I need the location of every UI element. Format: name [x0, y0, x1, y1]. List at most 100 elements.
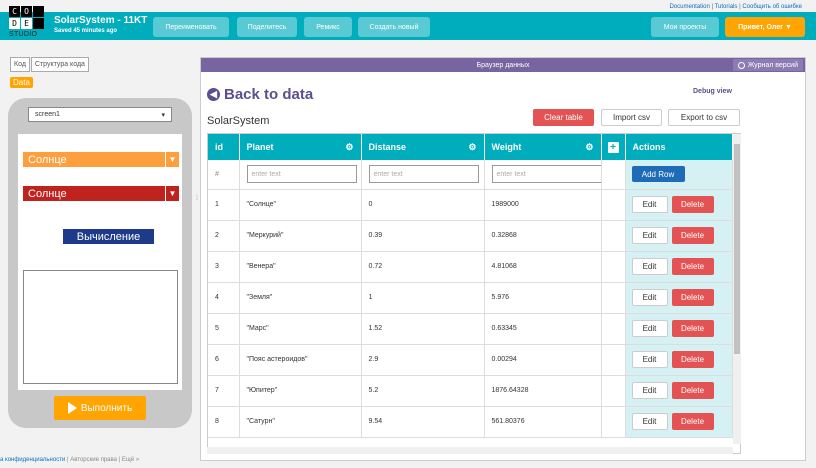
separator: |	[118, 457, 121, 463]
delete-button[interactable]: Delete	[671, 289, 714, 306]
export-csv-button[interactable]: Export to csv	[668, 109, 740, 126]
debug-view-link[interactable]: Debug view	[693, 88, 732, 95]
delete-button[interactable]: Delete	[671, 413, 714, 430]
header-label: Weight	[491, 142, 522, 152]
back-to-data-link[interactable]: ◀ Back to data	[207, 86, 313, 103]
horizontal-scrollbar[interactable]	[207, 447, 733, 454]
planet-dropdown-2[interactable]: Солнце ▼	[23, 186, 179, 201]
delete-button[interactable]: Delete	[671, 196, 714, 213]
version-history-button[interactable]: Журнал версий	[732, 59, 803, 71]
screen-selector-value: screen1	[35, 111, 60, 118]
delete-button[interactable]: Delete	[671, 258, 714, 275]
cell-distanse: 0	[361, 189, 485, 221]
logo-letter: O	[21, 6, 32, 17]
edit-button[interactable]: Edit	[631, 196, 668, 213]
column-header-distanse: Distanse ⚙	[361, 134, 485, 160]
version-history-label: Журнал версий	[747, 61, 798, 69]
table-row: 2 "Меркурий" 0.39 0.32868 Edit Delete	[208, 220, 733, 252]
data-table-container: id Planet ⚙ Distanse ⚙ Weight ⚙ + Actions #…	[207, 133, 741, 454]
tutorials-link[interactable]: Tutorials	[715, 4, 738, 10]
column-header-planet: Planet ⚙	[239, 134, 362, 160]
remix-button[interactable]: Ремикс	[304, 17, 352, 37]
my-projects-button[interactable]: Мои проекты	[651, 17, 719, 37]
calculate-button[interactable]: Вычисление	[63, 229, 154, 244]
import-csv-button[interactable]: Import csv	[601, 109, 662, 126]
clear-table-button[interactable]: Clear table	[533, 109, 594, 126]
row-actions: Edit Delete	[625, 282, 733, 314]
edit-button[interactable]: Edit	[631, 351, 668, 368]
edit-button[interactable]: Edit	[631, 227, 668, 244]
scrollbar-thumb[interactable]	[734, 144, 740, 354]
table-row: 7 "Юпитер" 5.2 1876.64328 Edit Delete	[208, 375, 733, 407]
edit-button[interactable]: Edit	[631, 382, 668, 399]
tab-code[interactable]: Код	[10, 57, 30, 72]
result-text-area[interactable]	[23, 270, 178, 384]
rename-button[interactable]: Переименовать	[153, 17, 229, 37]
empty-cell	[601, 282, 626, 314]
delete-button[interactable]: Delete	[671, 351, 714, 368]
delete-button[interactable]: Delete	[671, 227, 714, 244]
empty-cell	[601, 344, 626, 376]
tab-code-structure[interactable]: Структура кода	[30, 57, 89, 72]
more-link[interactable]: Ещё »	[122, 457, 139, 463]
table-row: 3 "Венера" 0.72 4.81068 Edit Delete	[208, 251, 733, 283]
cell-weight: 0.63345	[484, 313, 602, 345]
edit-button[interactable]: Edit	[631, 320, 668, 337]
cell-distanse: 0.39	[361, 220, 485, 252]
cell-weight: 0.00294	[484, 344, 602, 376]
cell-planet: "Пояс астероидов"	[239, 344, 362, 376]
resize-handle-icon[interactable]: ⁞	[196, 195, 198, 202]
header-label: id	[215, 142, 223, 152]
column-header-id: id	[208, 134, 240, 160]
weight-input[interactable]: enter text	[491, 165, 602, 184]
edit-button[interactable]: Edit	[631, 258, 668, 275]
run-button-label: Выполнить	[80, 402, 133, 414]
edit-button[interactable]: Edit	[631, 413, 668, 430]
cell-distanse: 1.52	[361, 313, 485, 345]
add-column-icon[interactable]: +	[607, 141, 619, 153]
add-row-button[interactable]: Add Row	[631, 166, 685, 183]
copyright-link[interactable]: Авторские права	[70, 457, 117, 463]
project-title: SolarSystem - 11KT	[54, 15, 148, 26]
edit-button[interactable]: Edit	[631, 289, 668, 306]
run-button[interactable]: Выполнить	[54, 396, 146, 420]
cell-id: 2	[208, 220, 240, 252]
cell-distanse: 2.9	[361, 344, 485, 376]
row-actions: Edit Delete	[625, 344, 733, 376]
table-row: 6 "Пояс астероидов" 2.9 0.00294 Edit Delete	[208, 344, 733, 376]
top-links: Documentation | Tutorials | Сообщить об …	[669, 4, 802, 10]
empty-cell	[601, 220, 626, 252]
gear-icon[interactable]: ⚙	[585, 142, 593, 153]
data-browser-panel: Браузер данных Журнал версий ◀ Back to d…	[200, 57, 806, 461]
cell-weight: 5.976	[484, 282, 602, 314]
cell-id: 7	[208, 375, 240, 407]
header-label: Actions	[632, 142, 666, 152]
report-bug-link[interactable]: Сообщить об ошибке	[742, 4, 802, 10]
new-row-cell: enter text	[239, 160, 362, 190]
empty-cell	[601, 189, 626, 221]
cell-id: 6	[208, 344, 240, 376]
privacy-link[interactable]: а конфиденциальности	[0, 457, 65, 463]
planet-dropdown-1[interactable]: Солнце ▼	[23, 152, 179, 167]
back-to-data-label: Back to data	[224, 86, 314, 103]
cell-planet: "Солнце"	[239, 189, 362, 221]
distanse-input[interactable]: enter text	[368, 165, 479, 184]
gear-icon[interactable]: ⚙	[345, 142, 353, 153]
cell-weight: 1876.64328	[484, 375, 602, 407]
caret-down-icon: ▼	[165, 152, 179, 167]
new-row-cell: enter text	[361, 160, 485, 190]
delete-button[interactable]: Delete	[671, 320, 714, 337]
data-tab[interactable]: Data	[10, 77, 33, 88]
planet-input[interactable]: enter text	[246, 165, 357, 184]
user-menu-button[interactable]: Привет, Олег ▼	[725, 17, 805, 37]
share-button[interactable]: Поделитесь	[237, 17, 297, 37]
screen-selector[interactable]: screen1 ▾	[28, 107, 172, 122]
vertical-scrollbar[interactable]	[733, 134, 741, 444]
gear-icon[interactable]: ⚙	[468, 142, 476, 153]
documentation-link[interactable]: Documentation	[669, 4, 709, 10]
table-name: SolarSystem	[207, 115, 270, 127]
create-new-button[interactable]: Создать новый	[358, 17, 430, 37]
code-studio-logo[interactable]: C O D E STUDIO	[9, 6, 44, 38]
delete-button[interactable]: Delete	[671, 382, 714, 399]
clock-icon	[737, 61, 745, 69]
